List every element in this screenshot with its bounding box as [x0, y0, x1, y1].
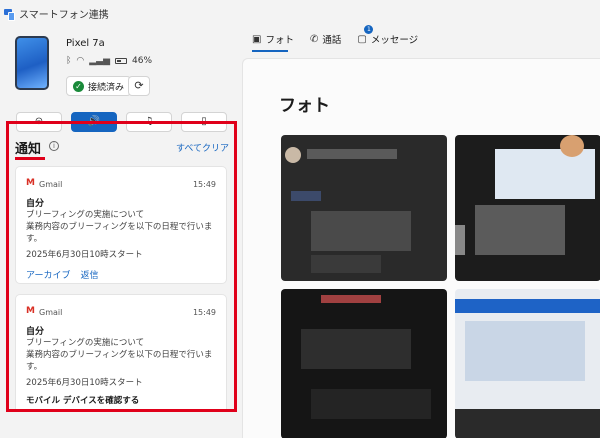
main-tabs: ▣ フォト ✆ 通話 ▢ 1 メッセージ	[252, 25, 419, 52]
notifications-header: 通知 i すべてクリア	[15, 138, 229, 160]
photo-thumbnail[interactable]	[281, 135, 447, 281]
photos-panel: フォト	[242, 58, 600, 438]
notification-line: す。	[26, 362, 43, 372]
photo-thumbnail[interactable]	[455, 135, 600, 281]
active-tab-indicator	[252, 50, 288, 52]
tab-photos[interactable]: ▣ フォト	[252, 32, 294, 52]
title-underline	[15, 157, 45, 160]
notification-line: ブリーフィングの実施について	[26, 338, 145, 348]
reply-button[interactable]: 返信	[80, 268, 98, 281]
tab-messages[interactable]: ▢ 1 メッセージ	[357, 25, 419, 46]
message-icon: ▢	[357, 33, 367, 45]
tab-label: フォト	[265, 35, 294, 46]
gmail-icon	[26, 306, 35, 316]
notification-app: Gmail	[39, 179, 63, 189]
phone-link-app-icon	[4, 8, 15, 21]
battery-icon	[115, 58, 128, 64]
app-title: スマートフォン連携	[19, 9, 109, 21]
notification-date: 2025年6月30日10時スタート	[26, 250, 143, 260]
notifications-panel: 通知 i すべてクリア Gmail 15:49 自分 ブリーフィングの実施につい…	[6, 121, 237, 412]
notification-card[interactable]: Gmail 15:49 自分 ブリーフィングの実施について 業務内容のブリーフィ…	[15, 294, 227, 409]
photo-thumbnail[interactable]	[455, 289, 600, 438]
clear-all-link[interactable]: すべてクリア	[176, 141, 229, 154]
notification-time: 15:49	[192, 179, 216, 189]
device-status-row: ᛒ ◠ ▂▃▅ 46%	[66, 56, 152, 66]
notification-line: す。	[26, 234, 43, 244]
notification-line: 業務内容のブリーフィングを以下の日程で行いま	[26, 222, 213, 232]
photos-title: フォト	[279, 96, 330, 116]
connected-label: 接続済み	[88, 82, 125, 93]
check-icon: ✓	[73, 80, 84, 92]
phone-icon: ✆	[309, 33, 319, 45]
connection-status-button[interactable]: ✓ 接続済み	[66, 76, 132, 96]
notification-date: 2025年6月30日10時スタート	[26, 378, 143, 388]
notification-time: 15:49	[192, 307, 216, 317]
tab-label: 通話	[322, 35, 342, 46]
archive-button[interactable]: アーカイブ	[26, 268, 70, 281]
notification-actions: アーカイブ 返信	[26, 268, 216, 281]
refresh-button[interactable]: ⟳	[128, 76, 150, 96]
notification-card[interactable]: Gmail 15:49 自分 ブリーフィングの実施について 業務内容のブリーフィ…	[15, 166, 227, 284]
photo-thumbnail[interactable]	[281, 289, 447, 438]
notification-app: Gmail	[39, 307, 63, 317]
wifi-icon: ◠	[76, 56, 85, 66]
bluetooth-icon: ᛒ	[66, 56, 72, 66]
notification-line: 業務内容のブリーフィングを以下の日程で行いま	[26, 350, 213, 360]
notification-sender: 自分	[26, 327, 45, 337]
device-name: Pixel 7a	[66, 38, 105, 49]
notifications-title: 通知	[15, 142, 42, 157]
battery-level: 46%	[132, 56, 153, 66]
check-mobile-device-button[interactable]: モバイル デバイスを確認する	[26, 394, 216, 406]
tab-calls[interactable]: ✆ 通話	[309, 32, 342, 47]
tab-label: メッセージ	[370, 35, 419, 46]
gmail-icon	[26, 178, 35, 188]
info-icon[interactable]: i	[49, 141, 59, 151]
photo-icon: ▣	[252, 33, 262, 45]
notification-line: ブリーフィングの実施について	[26, 210, 145, 220]
signal-icon: ▂▃▅	[89, 56, 111, 66]
card-header: Gmail 15:49	[26, 305, 216, 319]
refresh-icon: ⟳	[134, 79, 144, 92]
notification-sender: 自分	[26, 199, 45, 209]
phone-image	[15, 36, 49, 90]
title-bar: スマートフォン連携	[0, 0, 600, 26]
card-header: Gmail 15:49	[26, 177, 216, 191]
